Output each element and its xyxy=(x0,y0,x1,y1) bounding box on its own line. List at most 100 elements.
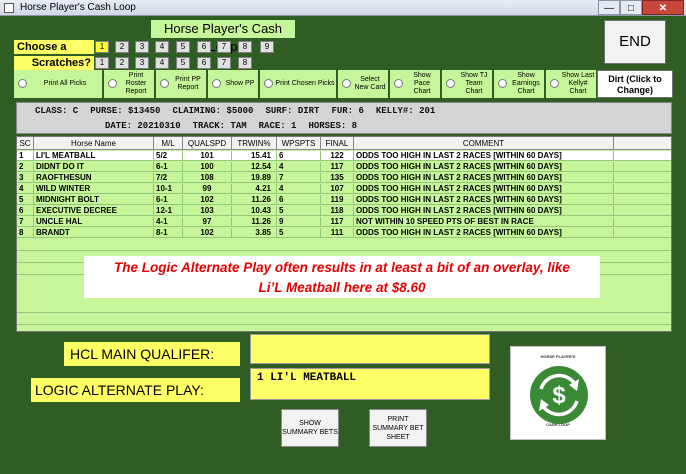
radio-icon[interactable] xyxy=(498,79,507,88)
race-date: DATE: 20210310 xyxy=(105,121,181,131)
scratch-button-1[interactable]: 1 xyxy=(95,57,109,69)
race-button-4[interactable]: 4 xyxy=(155,41,169,53)
print-summary-bet-sheet-button[interactable]: PRINT SUMMARY BET SHEET xyxy=(369,409,427,447)
window-titlebar[interactable]: Horse Player's Cash Loop — □ ✕ xyxy=(0,0,686,16)
col-header-final[interactable]: FINAL xyxy=(321,137,354,150)
race-button-2[interactable]: 2 xyxy=(115,41,129,53)
scratch-button-6[interactable]: 6 xyxy=(197,57,211,69)
show-summary-bets-button[interactable]: SHOW SUMMARY BETS xyxy=(281,409,339,447)
radio-icon[interactable] xyxy=(108,79,117,88)
option-select-new-card[interactable]: Select New Card xyxy=(338,70,388,98)
option-label: Print Chosen Picks xyxy=(275,80,335,87)
hcl-main-qualifier-field[interactable] xyxy=(250,334,490,364)
col-header-sc[interactable]: SC xyxy=(17,137,34,150)
table-row[interactable]: 4 WILD WINTER 10-1 99 4.21 4 107 ODDS TO… xyxy=(17,184,671,194)
cell-sc: 3 xyxy=(17,173,34,183)
scratch-button-4[interactable]: 4 xyxy=(155,57,169,69)
option-label: Show TJ Team Chart xyxy=(460,72,488,95)
cell-horse-name: UNCLE HAL xyxy=(34,217,154,227)
cell-ml: 8-1 xyxy=(154,228,183,238)
logo-top-text: HORSE PLAYER'S xyxy=(540,354,576,359)
radio-icon[interactable] xyxy=(550,79,559,88)
cell-comment: ODDS TOO HIGH IN LAST 2 RACES [WITHIN 60… xyxy=(354,184,614,194)
cell-wpspts: 6 xyxy=(277,195,321,205)
radio-icon[interactable] xyxy=(18,79,27,88)
surface-toggle-button[interactable]: Dirt (Click to Change) xyxy=(597,70,673,98)
cell-qualspd: 108 xyxy=(183,173,232,183)
table-row[interactable]: 7 UNCLE HAL 4-1 97 11.26 9 117 NOT WITHI… xyxy=(17,217,671,227)
race-horses: HORSES: 8 xyxy=(308,121,358,131)
option-label: Show PP xyxy=(225,80,255,87)
cell-wpspts: 5 xyxy=(277,206,321,216)
minimize-button[interactable]: — xyxy=(598,0,620,15)
maximize-button[interactable]: □ xyxy=(620,0,642,15)
race-class: CLASS: C xyxy=(35,106,79,116)
col-header-wpspts[interactable]: WPSPTS xyxy=(277,137,321,150)
cell-sc: 2 xyxy=(17,162,34,172)
table-row[interactable]: 6 EXECUTIVE DECREE 12-1 103 10.43 5 118 … xyxy=(17,206,671,216)
cell-sc: 4 xyxy=(17,184,34,194)
race-button-1[interactable]: 1 xyxy=(95,41,109,53)
table-row[interactable]: 1 LI'L MEATBALL 5/2 101 15.41 6 122 ODDS… xyxy=(17,151,671,161)
option-show-earnings-chart[interactable]: Show Earnings Chart xyxy=(494,70,544,98)
cell-comment: ODDS TOO HIGH IN LAST 2 RACES [WITHIN 60… xyxy=(354,173,614,183)
race-button-9[interactable]: 9 xyxy=(260,41,274,53)
scratch-button-7[interactable]: 7 xyxy=(217,57,231,69)
col-header-trwin[interactable]: TRWIN% xyxy=(232,137,277,150)
radio-icon[interactable] xyxy=(394,79,403,88)
cell-sc: 6 xyxy=(17,206,34,216)
scratch-button-5[interactable]: 5 xyxy=(176,57,190,69)
race-kelly: KELLY#: 201 xyxy=(375,106,436,116)
radio-icon[interactable] xyxy=(446,79,455,88)
option-print-roster-report[interactable]: Print Roster Report xyxy=(104,70,154,98)
cell-sc: 1 xyxy=(17,151,34,161)
table-row[interactable]: 8 BRANDT 8-1 102 3.85 5 111 ODDS TOO HIG… xyxy=(17,228,671,238)
col-header-horse-name[interactable]: Horse Name xyxy=(34,137,154,150)
option-label: Print PP Report xyxy=(175,76,201,91)
cell-trwin: 19.89 xyxy=(232,173,277,183)
table-row[interactable]: 5 MIDNIGHT BOLT 6-1 102 11.26 6 119 ODDS… xyxy=(17,195,671,205)
col-header-qualspd[interactable]: QUALSPD xyxy=(183,137,232,150)
scratch-button-2[interactable]: 2 xyxy=(115,57,129,69)
option-show-last-kelly-chart[interactable]: Show Last Kelly# Chart xyxy=(546,70,596,98)
option-print-chosen-picks[interactable]: Print Chosen Picks xyxy=(260,70,336,98)
logic-alternate-play-field[interactable]: 1 LI'L MEATBALL xyxy=(250,368,490,400)
picks-grid[interactable]: SC Horse Name M/L QUALSPD TRWIN% WPSPTS … xyxy=(16,136,672,332)
radio-icon[interactable] xyxy=(212,79,221,88)
option-label: Print Roster Report xyxy=(125,72,147,95)
race-info-line-2: DATE: 20210310 TRACK: TAM RACE: 1 HORSES… xyxy=(17,119,671,133)
cell-comment: ODDS TOO HIGH IN LAST 2 RACES [WITHIN 60… xyxy=(354,195,614,205)
col-header-ml[interactable]: M/L xyxy=(154,137,183,150)
choose-race-label: Choose a race: xyxy=(14,40,94,67)
window-title: Horse Player's Cash Loop xyxy=(20,2,136,13)
option-label: Show Earnings Chart xyxy=(512,72,540,95)
radio-icon[interactable] xyxy=(342,79,351,88)
cell-trwin: 12.54 xyxy=(232,162,277,172)
race-button-3[interactable]: 3 xyxy=(135,41,149,53)
cell-sc: 5 xyxy=(17,195,34,205)
cell-ml: 6-1 xyxy=(154,162,183,172)
cell-wpspts: 7 xyxy=(277,173,321,183)
end-button[interactable]: END xyxy=(604,20,666,64)
race-button-6[interactable]: 6 xyxy=(197,41,211,53)
option-show-tj-team-chart[interactable]: Show TJ Team Chart xyxy=(442,70,492,98)
radio-icon[interactable] xyxy=(264,79,273,88)
cash-loop-logo: HORSE PLAYER'S $ CASH LOOP xyxy=(510,346,606,440)
cell-comment: ODDS TOO HIGH IN LAST 2 RACES [WITHIN 60… xyxy=(354,228,614,238)
option-print-all-picks[interactable]: Print All Picks xyxy=(14,70,102,98)
option-show-pp[interactable]: Show PP xyxy=(208,70,258,98)
scratch-button-8[interactable]: 8 xyxy=(238,57,252,69)
option-show-pace-chart[interactable]: Show Pace Chart xyxy=(390,70,440,98)
race-button-5[interactable]: 5 xyxy=(176,41,190,53)
race-button-8[interactable]: 8 xyxy=(238,41,252,53)
table-row[interactable]: 3 RAOFTHESUN 7/2 108 19.89 7 135 ODDS TO… xyxy=(17,173,671,183)
radio-icon[interactable] xyxy=(160,79,169,88)
close-button[interactable]: ✕ xyxy=(642,0,684,15)
table-row[interactable]: 2 DIDNT DO IT 6-1 100 12.54 4 117 ODDS T… xyxy=(17,162,671,172)
race-button-7[interactable]: 7 xyxy=(217,41,231,53)
option-print-pp-report[interactable]: Print PP Report xyxy=(156,70,206,98)
cell-final: 119 xyxy=(321,195,354,205)
cell-final: 107 xyxy=(321,184,354,194)
col-header-comment[interactable]: COMMENT xyxy=(354,137,614,150)
scratch-button-3[interactable]: 3 xyxy=(135,57,149,69)
